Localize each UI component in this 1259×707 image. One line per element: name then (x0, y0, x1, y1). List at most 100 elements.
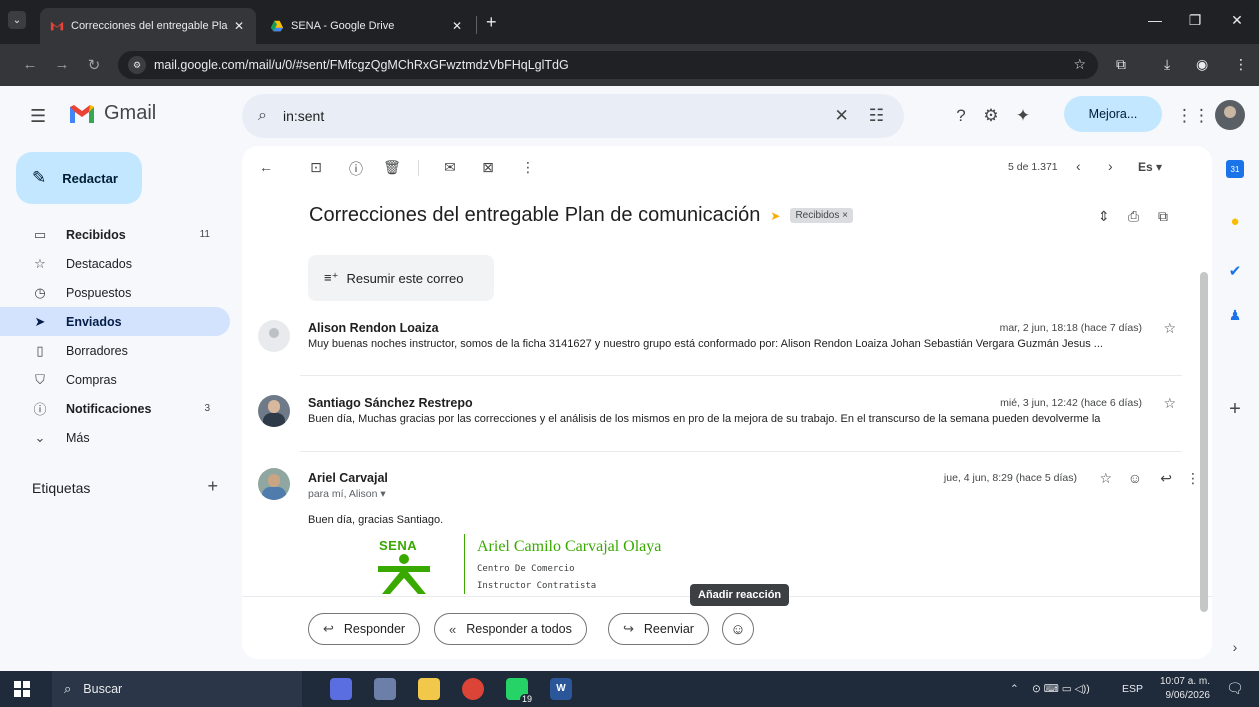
search-bar[interactable]: ⌕ in:sent ✕ ☷ (242, 94, 904, 138)
tab-drive[interactable]: SENA - Google Drive ✕ (260, 8, 474, 44)
main-menu-icon[interactable]: ☰ (30, 106, 46, 127)
tray-overflow-icon[interactable]: ⌃ (1010, 683, 1019, 695)
compose-button[interactable]: ✎ Redactar (16, 152, 142, 204)
signature-divider (464, 534, 465, 594)
gmail-logo[interactable]: Gmail (68, 102, 156, 125)
close-tab-icon[interactable]: ✕ (450, 19, 464, 33)
email-subject: Correcciones del entregable Plan de comu… (309, 204, 853, 227)
more-options-icon[interactable]: ⋮ (518, 159, 538, 176)
account-avatar[interactable] (1215, 100, 1245, 130)
sidebar-item-inbox[interactable]: ▭ Recibidos 11 (0, 220, 230, 249)
sidebar-item-starred[interactable]: ☆ Destacados (0, 249, 230, 278)
copilot-app-icon[interactable] (330, 678, 352, 700)
open-new-window-icon[interactable]: ⧉ (1158, 208, 1168, 225)
compose-label: Redactar (62, 170, 118, 186)
help-icon[interactable]: ? (950, 106, 972, 126)
toolbar-divider (418, 160, 419, 176)
apps-grid-icon[interactable]: ⋮⋮ (1176, 106, 1210, 126)
whatsapp-badge: 19 (519, 694, 534, 704)
sidebar-item-snoozed[interactable]: ◷ Pospuestos (0, 278, 230, 307)
tab-gmail[interactable]: Correcciones del entregable Pla ✕ (40, 8, 256, 44)
browser-menu-icon[interactable]: ⋮ (1234, 56, 1248, 73)
expand-all-icon[interactable]: ⇕ (1098, 208, 1110, 225)
new-tab-button[interactable]: + (486, 12, 497, 33)
sidebar-item-more[interactable]: ⌄ Más (0, 423, 230, 452)
download-icon[interactable]: ⤓ (1164, 56, 1170, 73)
gemini-sparkle-icon[interactable]: ✦ (1012, 106, 1034, 126)
recipients-menu[interactable]: para mí, Alison ▾ (308, 488, 508, 500)
collapsed-message[interactable]: Santiago Sánchez Restrepo Buen día, Much… (242, 391, 1212, 449)
url-field[interactable]: ⚙ mail.google.com/mail/u/0/#sent/FMfcgzQ… (118, 51, 1098, 79)
move-to-icon[interactable]: ⊠ (478, 159, 498, 176)
taskbar-search[interactable]: ⌕ Buscar (52, 671, 302, 707)
restore-icon[interactable]: ❐ (1180, 12, 1210, 29)
older-chevron-right-icon[interactable]: › (1108, 158, 1113, 174)
contacts-icon[interactable]: ♟ (1226, 306, 1244, 324)
close-tab-icon[interactable]: ✕ (232, 19, 246, 33)
message-date: jue, 4 jun, 8:29 (hace 5 días) (943, 472, 1077, 484)
tray-icons[interactable]: ⊙ ⌨ ▭ ◁)) (1032, 683, 1090, 695)
os-taskbar: ⌕ Buscar 19 W ⌃ ⊙ ⌨ ▭ ◁)) ESP 10:07 a. m… (0, 671, 1259, 707)
reply-icon[interactable]: ↩ (1160, 470, 1172, 487)
label-chip[interactable]: Recibidos × (790, 208, 853, 223)
show-panel-chevron-icon[interactable]: › (1226, 638, 1244, 656)
reload-icon[interactable]: ↻ (84, 56, 104, 74)
search-options-icon[interactable]: ☷ (869, 106, 884, 126)
chrome-icon[interactable] (462, 678, 484, 700)
mark-unread-icon[interactable]: ✉ (440, 159, 460, 176)
sidebar-item-drafts[interactable]: ▯ Borradores (0, 336, 230, 365)
forward-icon: ↪ (623, 621, 634, 636)
calendar-icon[interactable]: 31 (1226, 160, 1244, 178)
system-clock[interactable]: 10:07 a. m. 9/06/2026 (1150, 675, 1210, 703)
input-tools-menu[interactable]: Es ▾ (1138, 160, 1162, 174)
sidebar-item-purchases[interactable]: ⛉ Compras (0, 365, 230, 394)
profile-icon[interactable]: ◉ (1196, 56, 1208, 73)
important-marker-icon[interactable]: ➤ (770, 209, 780, 223)
settings-gear-icon[interactable]: ⚙ (980, 106, 1002, 126)
add-reaction-button[interactable]: ☺ (722, 613, 754, 645)
forward-button[interactable]: ↪ Reenviar (608, 613, 709, 645)
sidebar-item-sent[interactable]: ➤ Enviados (0, 307, 230, 336)
delete-icon[interactable]: 🗑 (382, 159, 402, 176)
site-info-icon[interactable]: ⚙ (128, 56, 146, 74)
search-input[interactable]: in:sent (283, 108, 835, 124)
notifications-icon[interactable]: 🗨 (1226, 680, 1244, 697)
newer-chevron-left-icon[interactable]: ‹ (1076, 158, 1081, 174)
star-icon[interactable]: ☆ (1163, 320, 1176, 337)
summarize-button[interactable]: ≡⁺ Resumir este correo (308, 255, 494, 301)
upgrade-button[interactable]: Mejora... (1064, 96, 1162, 132)
star-icon[interactable]: ☆ (1163, 395, 1176, 412)
whatsapp-icon[interactable]: 19 (506, 678, 534, 704)
keep-icon[interactable]: ● (1226, 212, 1244, 230)
star-icon[interactable]: ☆ (1099, 470, 1112, 487)
sidebar-item-updates[interactable]: ⓘ Notificaciones 3 (0, 394, 230, 423)
forward-icon[interactable]: → (52, 56, 72, 73)
emoji-reaction-icon[interactable]: ☺ (1128, 470, 1142, 486)
minimize-icon[interactable]: — (1140, 12, 1170, 28)
search-icon[interactable]: ⌕ (258, 107, 267, 125)
browser-tab-bar: ⌄ Correcciones del entregable Pla ✕ SENA… (0, 0, 1259, 44)
clear-search-icon[interactable]: ✕ (835, 106, 849, 126)
app-icon[interactable] (374, 678, 396, 700)
report-spam-icon[interactable]: ⓘ (346, 159, 366, 179)
get-addons-icon[interactable]: + (1226, 398, 1244, 420)
window-close-icon[interactable]: ✕ (1222, 12, 1252, 29)
message-more-icon[interactable]: ⋮ (1186, 470, 1200, 487)
extensions-icon[interactable]: ⧉ (1116, 56, 1126, 73)
bookmark-star-icon[interactable]: ☆ (1073, 56, 1086, 73)
back-to-list-icon[interactable]: ← (256, 159, 276, 175)
reply-button[interactable]: ↩ Responder (308, 613, 421, 645)
tasks-icon[interactable]: ✔ (1226, 262, 1244, 280)
print-icon[interactable]: ⎙ (1128, 208, 1139, 225)
archive-icon[interactable]: ⊡ (306, 159, 326, 176)
reply-all-button[interactable]: « Responder a todos (434, 613, 587, 645)
back-icon[interactable]: ← (20, 56, 40, 73)
keyboard-language[interactable]: ESP (1122, 683, 1143, 695)
file-explorer-icon[interactable] (418, 678, 440, 700)
add-label-icon[interactable]: + (207, 476, 218, 497)
word-icon[interactable]: W (550, 678, 572, 700)
collapsed-message[interactable]: Alison Rendon Loaiza Muy buenas noches i… (242, 316, 1212, 374)
windows-start-icon[interactable] (14, 681, 30, 697)
scrollbar[interactable] (1200, 272, 1208, 612)
tab-search-button[interactable]: ⌄ (8, 11, 26, 29)
